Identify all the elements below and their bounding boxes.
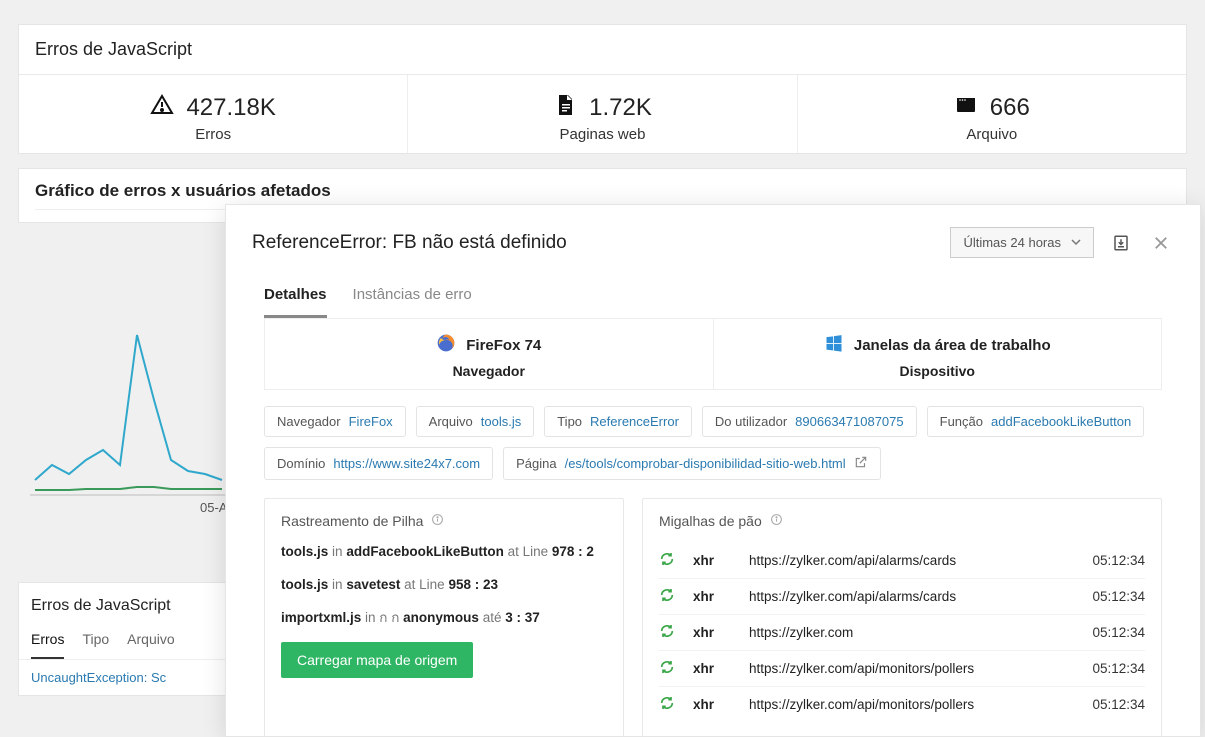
crumb-type: xhr: [693, 589, 731, 604]
detail-columns: Rastreamento de Pilha tools.js in addFac…: [264, 498, 1162, 737]
stack-line: importxml.js in ก ก anonymous até 3 : 37: [281, 609, 607, 628]
reload-icon: [659, 623, 675, 642]
windows-icon: [824, 333, 844, 357]
crumb-url: https://zylker.com/api/monitors/pollers: [749, 697, 1074, 712]
chip-page: Página /es/tools/comprobar-disponibilida…: [503, 447, 881, 480]
stat-pages: 1.72K Paginas web: [408, 75, 797, 153]
stat-label: Paginas web: [408, 126, 796, 143]
error-link[interactable]: UncaughtException: Sc: [19, 660, 242, 695]
detail-tabs: Detalhes Instâncias de erro: [264, 278, 1162, 319]
chip-file: Arquivotools.js: [416, 406, 535, 437]
crumb-type: xhr: [693, 625, 731, 640]
time-range-dropdown[interactable]: Últimas 24 horas: [950, 227, 1094, 258]
crumb-time: 05:12:34: [1092, 625, 1145, 640]
close-button[interactable]: [1148, 230, 1174, 256]
crumb-type: xhr: [693, 697, 731, 712]
warning-icon: [150, 93, 174, 122]
stat-value: 427.18K: [186, 94, 275, 122]
stat-label: Erros: [19, 126, 407, 143]
tab-instances[interactable]: Instâncias de erro: [353, 278, 472, 318]
chip-function: FunçãoaddFacebookLikeButton: [927, 406, 1145, 437]
errors-tabs: Erros Tipo Arquivo: [19, 625, 242, 660]
reload-icon: [659, 551, 675, 570]
modal-header: ReferenceError: FB não está definido Últ…: [226, 205, 1200, 278]
stack-line: tools.js in addFacebookLikeButton at Lin…: [281, 543, 607, 562]
info-row: FireFox 74 Navegador Janelas da área de …: [264, 319, 1162, 390]
chevron-down-icon: [1071, 235, 1081, 250]
stack-trace-box: Rastreamento de Pilha tools.js in addFac…: [264, 498, 624, 737]
tab-tipo[interactable]: Tipo: [82, 625, 109, 659]
card-title: Erros de JavaScript: [19, 25, 1186, 75]
breadcrumb-row: xhr https://zylker.com/api/monitors/polle…: [659, 651, 1145, 687]
load-sourcemap-button[interactable]: Carregar mapa de origem: [281, 642, 473, 678]
external-link-icon[interactable]: [854, 455, 868, 472]
breadcrumbs-box: Migalhas de pão xhr https://zylker.com/ap…: [642, 498, 1162, 737]
breadcrumb-row: xhr https://zylker.com 05:12:34: [659, 615, 1145, 651]
browser-info: FireFox 74 Navegador: [265, 319, 714, 389]
tab-details[interactable]: Detalhes: [264, 278, 327, 318]
crumb-url: https://zylker.com/api/alarms/cards: [749, 553, 1074, 568]
crumb-url: https://zylker.com/api/monitors/pollers: [749, 661, 1074, 676]
x-tick: 05-A: [200, 500, 228, 515]
errors-table-title: Erros de JavaScript: [19, 583, 242, 625]
reload-icon: [659, 695, 675, 714]
stat-files: 666 Arquivo: [798, 75, 1186, 153]
tab-arquivo[interactable]: Arquivo: [127, 625, 174, 659]
export-pdf-button[interactable]: [1108, 230, 1134, 256]
chip-domain: Domíniohttps://www.site24x7.com: [264, 447, 493, 480]
crumb-url: https://zylker.com/api/alarms/cards: [749, 589, 1074, 604]
device-info: Janelas da área de trabalho Dispositivo: [714, 319, 1162, 389]
crumb-type: xhr: [693, 661, 731, 676]
breadcrumbs-title: Migalhas de pão: [659, 513, 1145, 529]
time-range-label: Últimas 24 horas: [963, 235, 1061, 250]
breadcrumb-row: xhr https://zylker.com/api/alarms/cards 05…: [659, 543, 1145, 579]
reload-icon: [659, 587, 675, 606]
info-icon: [431, 513, 444, 529]
error-detail-modal: ReferenceError: FB não está definido Últ…: [225, 204, 1201, 737]
crumb-type: xhr: [693, 553, 731, 568]
stack-line: tools.js in savetest at Line 958 : 23: [281, 576, 607, 595]
crumb-time: 05:12:34: [1092, 697, 1145, 712]
modal-body: Detalhes Instâncias de erro FireFox 74 N…: [226, 278, 1200, 737]
browser-label: Navegador: [453, 363, 525, 379]
crumb-time: 05:12:34: [1092, 553, 1145, 568]
chip-user: Do utilizador890663471087075: [702, 406, 917, 437]
chip-browser: NavegadorFireFox: [264, 406, 406, 437]
stat-errors: 427.18K Erros: [19, 75, 408, 153]
stats-row: 427.18K Erros 1.72K Paginas web 666 Arqu…: [19, 75, 1186, 153]
browser-name: FireFox 74: [466, 337, 541, 354]
crumb-time: 05:12:34: [1092, 661, 1145, 676]
device-name: Janelas da área de trabalho: [854, 337, 1051, 354]
info-icon: [770, 513, 783, 529]
chip-type: TipoReferenceError: [544, 406, 692, 437]
crumb-url: https://zylker.com: [749, 625, 1074, 640]
window-icon: [954, 93, 978, 122]
stack-title: Rastreamento de Pilha: [281, 513, 607, 529]
stat-value: 1.72K: [589, 94, 652, 122]
document-icon: [553, 93, 577, 122]
device-label: Dispositivo: [900, 363, 975, 379]
metadata-chips: NavegadorFireFox Arquivotools.js TipoRef…: [264, 406, 1162, 480]
stat-label: Arquivo: [798, 126, 1186, 143]
stat-value: 666: [990, 94, 1030, 122]
errors-table-card: Erros de JavaScript Erros Tipo Arquivo U…: [18, 582, 243, 696]
reload-icon: [659, 659, 675, 678]
js-errors-card: Erros de JavaScript 427.18K Erros 1.72K …: [18, 24, 1187, 154]
breadcrumb-row: xhr https://zylker.com/api/monitors/polle…: [659, 687, 1145, 722]
firefox-icon: [436, 333, 456, 357]
crumb-time: 05:12:34: [1092, 589, 1145, 604]
error-chart: 05-A: [30, 300, 230, 520]
tab-erros[interactable]: Erros: [31, 625, 64, 659]
breadcrumb-row: xhr https://zylker.com/api/alarms/cards 05…: [659, 579, 1145, 615]
modal-title: ReferenceError: FB não está definido: [252, 232, 950, 254]
